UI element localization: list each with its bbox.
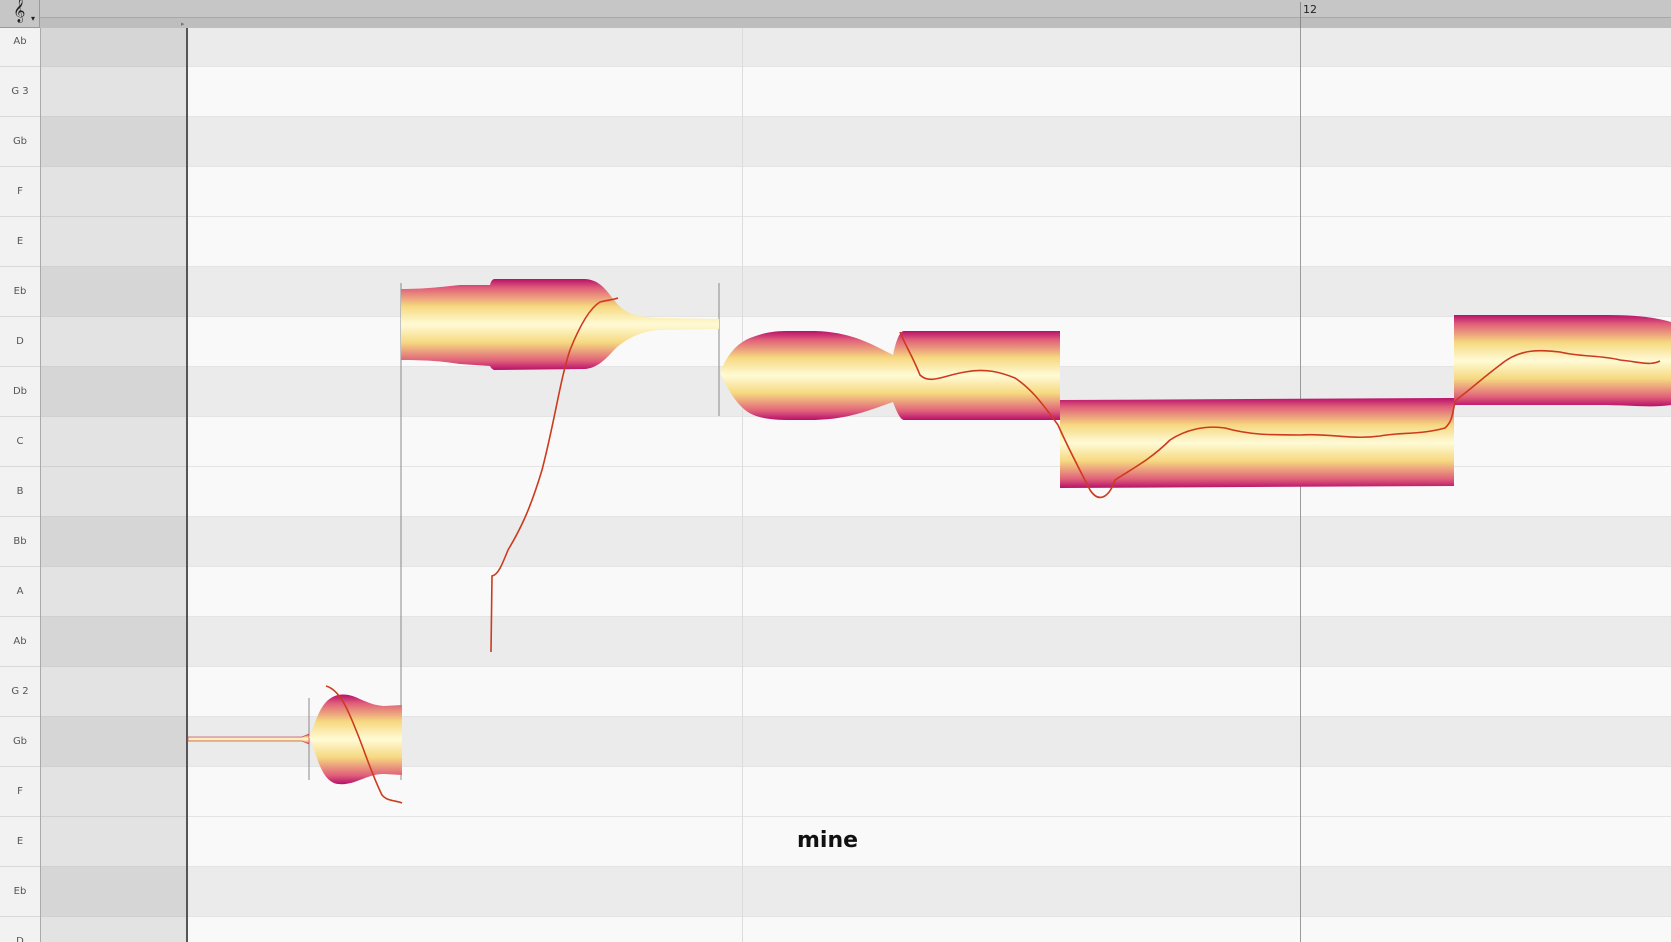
- note-blob[interactable]: [1454, 315, 1671, 407]
- lyric-label[interactable]: mine: [797, 828, 858, 853]
- note-blob[interactable]: [720, 331, 893, 420]
- note-blob[interactable]: [309, 694, 402, 785]
- note-blob[interactable]: [401, 279, 719, 370]
- note-layer[interactable]: [0, 0, 1671, 942]
- note-blob[interactable]: [187, 733, 310, 745]
- pitch-editor: 𝄞 ▾ ▸ 12 Ab G 3 Gb F E Eb D Db C B Bb A Ab G 2 Gb F E Eb D: [0, 0, 1671, 942]
- note-blob[interactable]: [893, 331, 1060, 420]
- note-blob[interactable]: [1060, 398, 1454, 488]
